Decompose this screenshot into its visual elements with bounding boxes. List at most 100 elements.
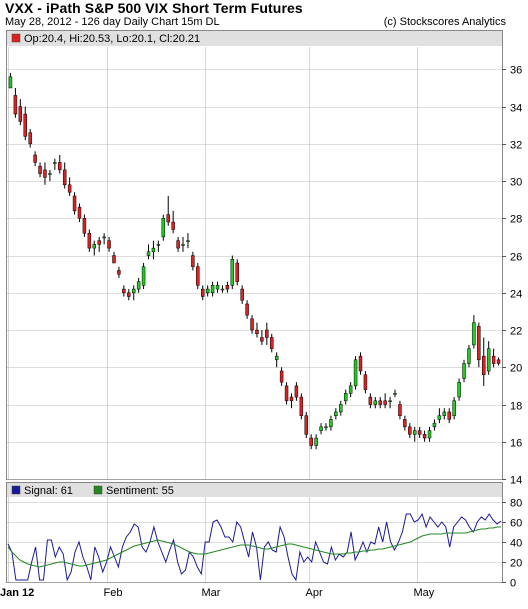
candle-body (255, 329, 259, 335)
candle-body (496, 359, 501, 364)
indicator-panel (6, 482, 503, 583)
indicator-tick-label: 60 (510, 518, 522, 530)
candle-body (393, 393, 397, 395)
candle-body (334, 411, 338, 416)
candle-body (92, 244, 97, 249)
candle-body (427, 430, 432, 439)
candle-body (136, 281, 141, 290)
candle-body (245, 303, 249, 316)
candle-body (28, 132, 32, 145)
price-tick-label: 34 (510, 103, 522, 115)
candle-body (171, 221, 175, 230)
candle-body (467, 348, 471, 364)
candle-body (447, 411, 451, 420)
candle-body (201, 288, 205, 297)
candle-body (294, 385, 299, 398)
signal-legend: Signal: 61 (24, 485, 73, 497)
candle-body (279, 370, 284, 383)
candle-body (491, 355, 496, 364)
candle-body (368, 396, 373, 405)
candle-body (230, 259, 235, 286)
candle-body (72, 195, 77, 212)
indicator-tick-label: 40 (510, 538, 522, 550)
candle-body (156, 244, 161, 246)
x-axis: Jan 12 Feb Mar Apr May (0, 587, 435, 599)
candle-body (412, 430, 417, 435)
x-tick-label: May (414, 587, 435, 599)
candle-body (131, 288, 136, 294)
candle-body (343, 393, 348, 402)
price-tick-label: 22 (510, 326, 522, 338)
candle-body (289, 396, 294, 402)
price-tick-label: 14 (510, 475, 522, 487)
candle-body (235, 262, 239, 282)
candle-body (127, 292, 131, 297)
price-panel (6, 30, 503, 480)
price-tick-label: 18 (510, 401, 522, 413)
candle-body (363, 374, 368, 390)
candle-body (353, 359, 358, 387)
candle-body (215, 285, 220, 290)
candle-body (53, 162, 57, 164)
candle-body (166, 214, 170, 223)
candle-body (265, 329, 269, 338)
candle-body (181, 244, 185, 246)
candle-body (378, 400, 382, 405)
candle-body (462, 363, 466, 379)
candle-body (309, 437, 313, 446)
candle-body (486, 348, 491, 372)
candle-body (225, 285, 230, 290)
price-legend-swatch (11, 33, 21, 43)
candle-body (87, 232, 92, 249)
candle-body (270, 337, 274, 349)
candle-body (358, 355, 363, 372)
candle-body (186, 240, 190, 242)
price-tick-label: 24 (510, 289, 522, 301)
candle-body (18, 106, 23, 122)
candle-body (339, 404, 343, 413)
indicator-tick-label: 0 (510, 578, 516, 590)
candle-body (319, 426, 323, 431)
candle-body (82, 218, 87, 234)
candle-body (151, 247, 156, 253)
candle-body (324, 426, 328, 429)
candle-body (196, 266, 200, 286)
candle-body (472, 322, 476, 346)
candle-body (304, 415, 308, 435)
price-tick-label: 30 (510, 177, 522, 189)
candle-body (240, 288, 244, 301)
candle-body (33, 154, 37, 163)
candle-body (23, 113, 27, 137)
candle-body (437, 415, 442, 420)
candle-body (260, 337, 264, 342)
candle-body (102, 236, 106, 239)
candle-body (48, 173, 52, 175)
x-tick-label: Apr (306, 587, 323, 599)
x-tick-label: Feb (104, 587, 123, 599)
candle-body (141, 266, 146, 286)
candle-body (314, 437, 318, 446)
x-tick-label: Mar (202, 587, 221, 599)
candle-body (299, 396, 304, 416)
price-tick-label: 32 (510, 140, 522, 152)
candle-body (43, 169, 47, 178)
sentiment-legend-swatch (93, 485, 103, 495)
candle-body (205, 288, 210, 294)
candle-body (417, 430, 422, 435)
candle-body (58, 162, 62, 171)
candle-body (220, 288, 225, 291)
price-tick-label: 16 (510, 438, 522, 450)
signal-legend-swatch (11, 485, 21, 495)
chart-canvas: 14 16 18 20 22 24 26 28 30 32 34 36 Op:20.4, Hi:20.… (0, 30, 522, 599)
candle-body (442, 411, 447, 416)
price-tick-label: 20 (510, 363, 522, 375)
candle-body (432, 422, 437, 428)
candle-body (122, 288, 126, 294)
candle-body (422, 434, 427, 439)
candle-body (403, 419, 407, 428)
candle-body (62, 169, 67, 186)
price-tick-label: 36 (510, 65, 522, 77)
x-tick-label: Jan 12 (0, 587, 34, 599)
candle-body (284, 385, 289, 402)
candle-body (457, 381, 461, 398)
